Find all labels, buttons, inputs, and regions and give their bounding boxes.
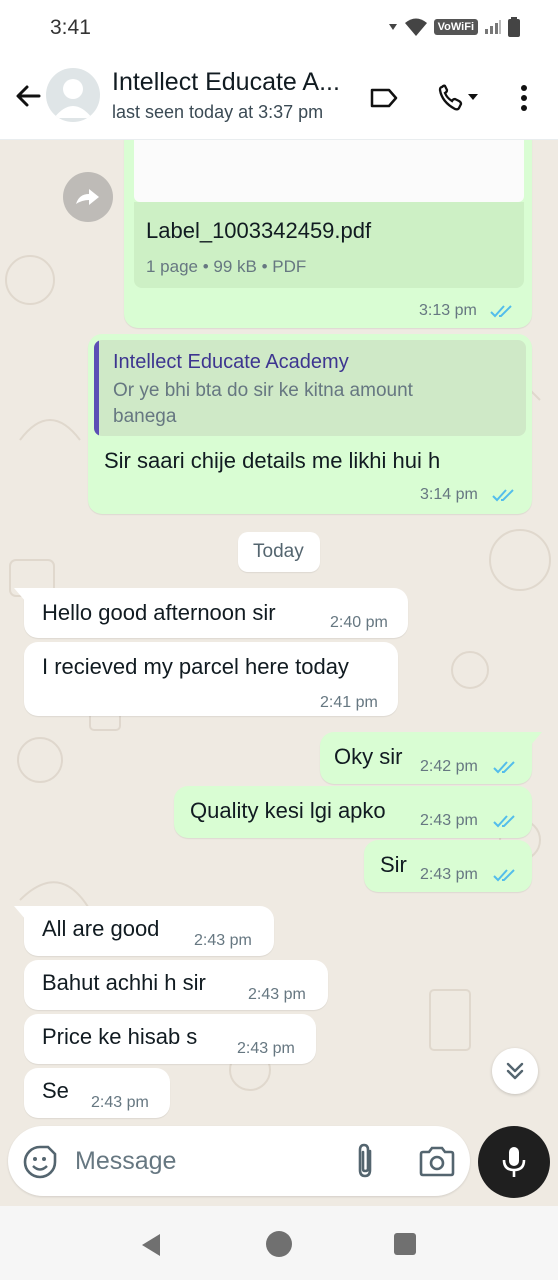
message-text: Price ke hisab s bbox=[42, 1024, 198, 1049]
nav-home-icon bbox=[266, 1231, 292, 1257]
status-icons: VoWiFi bbox=[388, 17, 520, 37]
message-text: All are good bbox=[42, 916, 160, 941]
last-seen-status: last seen today at 3:37 pm bbox=[112, 102, 324, 122]
message-time: 2:43 pm bbox=[420, 812, 478, 829]
cell-signal-icon bbox=[485, 20, 501, 34]
call-button[interactable] bbox=[434, 78, 484, 118]
message-time: 2:43 pm bbox=[248, 986, 306, 1003]
battery-icon bbox=[508, 17, 520, 37]
read-ticks-icon bbox=[493, 761, 515, 774]
read-ticks-icon bbox=[493, 869, 515, 882]
message-text: Bahut achhi h sir bbox=[42, 970, 206, 995]
quoted-text-line1: Or ye bhi bta do sir ke kitna amount bbox=[113, 380, 413, 401]
mic-icon bbox=[502, 1147, 526, 1177]
incoming-message-bubble[interactable]: Se 2:43 pm bbox=[24, 1068, 170, 1118]
label-icon bbox=[370, 88, 398, 108]
message-text: Sir bbox=[380, 852, 407, 877]
vowifi-badge: VoWiFi bbox=[433, 19, 478, 35]
nav-back-button[interactable] bbox=[136, 1230, 166, 1260]
quoted-message[interactable]: Intellect Educate Academy Or ye bhi bta … bbox=[94, 340, 526, 436]
message-time: 2:43 pm bbox=[91, 1094, 149, 1111]
message-time: 2:43 pm bbox=[237, 1040, 295, 1057]
message-time: 2:40 pm bbox=[330, 614, 388, 631]
quoted-sender: Intellect Educate Academy bbox=[113, 351, 349, 373]
message-text: Quality kesi lgi apko bbox=[190, 798, 386, 823]
quote-accent-bar bbox=[94, 340, 99, 436]
signal-arrow-icon bbox=[388, 24, 397, 30]
bubble-tail bbox=[14, 588, 26, 602]
avatar-icon bbox=[54, 79, 92, 118]
contact-name[interactable]: Intellect Educate A... bbox=[112, 68, 352, 97]
attach-icon bbox=[358, 1143, 372, 1178]
phone-icon bbox=[438, 84, 478, 111]
incoming-message-bubble[interactable]: I recieved my parcel here today 2:41 pm bbox=[24, 642, 398, 716]
camera-icon bbox=[419, 1146, 455, 1177]
nav-recents-icon bbox=[394, 1233, 416, 1255]
bubble-tail bbox=[530, 732, 542, 746]
chat-area[interactable]: Label_1003342459.pdf 1 page • 99 kB • PD… bbox=[0, 140, 558, 1130]
message-text: Sir saari chije details me likhi hui h bbox=[104, 448, 441, 473]
camera-button[interactable] bbox=[418, 1144, 456, 1178]
incoming-message-bubble[interactable]: Bahut achhi h sir 2:43 pm bbox=[24, 960, 328, 1010]
wifi-icon bbox=[404, 18, 427, 36]
pdf-filename: Label_1003342459.pdf bbox=[146, 218, 372, 243]
back-button[interactable] bbox=[8, 76, 48, 116]
pdf-preview[interactable] bbox=[134, 140, 524, 202]
system-nav-bar bbox=[0, 1206, 558, 1280]
message-text: Hello good afternoon sir bbox=[42, 600, 276, 625]
nav-home-button[interactable] bbox=[265, 1230, 293, 1258]
message-input[interactable]: Message bbox=[75, 1147, 176, 1176]
message-input-bar: Message bbox=[8, 1126, 470, 1196]
forward-icon bbox=[76, 189, 99, 205]
outgoing-message-bubble[interactable]: Oky sir 2:42 pm bbox=[320, 732, 532, 784]
scroll-down-icon bbox=[506, 1062, 524, 1080]
message-text: Oky sir bbox=[334, 744, 403, 769]
pdf-meta: 1 page • 99 kB • PDF bbox=[146, 257, 307, 276]
attach-button[interactable] bbox=[350, 1142, 382, 1180]
scroll-down-button[interactable] bbox=[492, 1048, 538, 1094]
message-text: Se bbox=[42, 1078, 69, 1103]
read-ticks-icon bbox=[492, 489, 514, 502]
mic-button[interactable] bbox=[478, 1126, 550, 1198]
message-time: 2:43 pm bbox=[420, 866, 478, 883]
status-time: 3:41 bbox=[50, 16, 91, 39]
message-time: 3:13 pm bbox=[419, 302, 477, 319]
reply-message-bubble[interactable]: Intellect Educate Academy Or ye bhi bta … bbox=[88, 334, 532, 514]
incoming-message-bubble[interactable]: Hello good afternoon sir 2:40 pm bbox=[24, 588, 408, 638]
bubble-tail bbox=[14, 906, 26, 920]
outgoing-message-bubble[interactable]: Sir 2:43 pm bbox=[364, 840, 532, 892]
emoji-icon bbox=[23, 1145, 57, 1179]
avatar[interactable] bbox=[46, 68, 100, 122]
message-text: I recieved my parcel here today bbox=[42, 654, 349, 679]
incoming-message-bubble[interactable]: All are good 2:43 pm bbox=[24, 906, 274, 956]
label-button[interactable] bbox=[364, 78, 404, 118]
message-time: 2:42 pm bbox=[420, 758, 478, 775]
read-ticks-icon bbox=[490, 305, 512, 318]
message-time: 3:14 pm bbox=[420, 486, 478, 503]
nav-recents-button[interactable] bbox=[392, 1231, 418, 1257]
chat-header: Intellect Educate A... last seen today a… bbox=[0, 56, 558, 140]
forward-button[interactable] bbox=[63, 172, 113, 222]
message-time: 2:43 pm bbox=[194, 932, 252, 949]
date-divider-label: Today bbox=[253, 541, 304, 562]
back-arrow-icon bbox=[16, 85, 41, 107]
more-options-button[interactable] bbox=[504, 78, 544, 118]
incoming-message-bubble[interactable]: Price ke hisab s 2:43 pm bbox=[24, 1014, 316, 1064]
more-options-icon bbox=[521, 85, 527, 111]
message-time: 2:41 pm bbox=[320, 694, 378, 711]
pdf-message-bubble[interactable]: Label_1003342459.pdf 1 page • 99 kB • PD… bbox=[124, 140, 532, 328]
quoted-text-line2: banega bbox=[113, 406, 177, 427]
emoji-button[interactable] bbox=[22, 1144, 58, 1180]
date-divider: Today bbox=[238, 532, 320, 572]
read-ticks-icon bbox=[493, 815, 515, 828]
status-bar: 3:41 VoWiFi bbox=[0, 0, 558, 56]
nav-back-icon bbox=[142, 1234, 160, 1256]
outgoing-message-bubble[interactable]: Quality kesi lgi apko 2:43 pm bbox=[174, 786, 532, 838]
